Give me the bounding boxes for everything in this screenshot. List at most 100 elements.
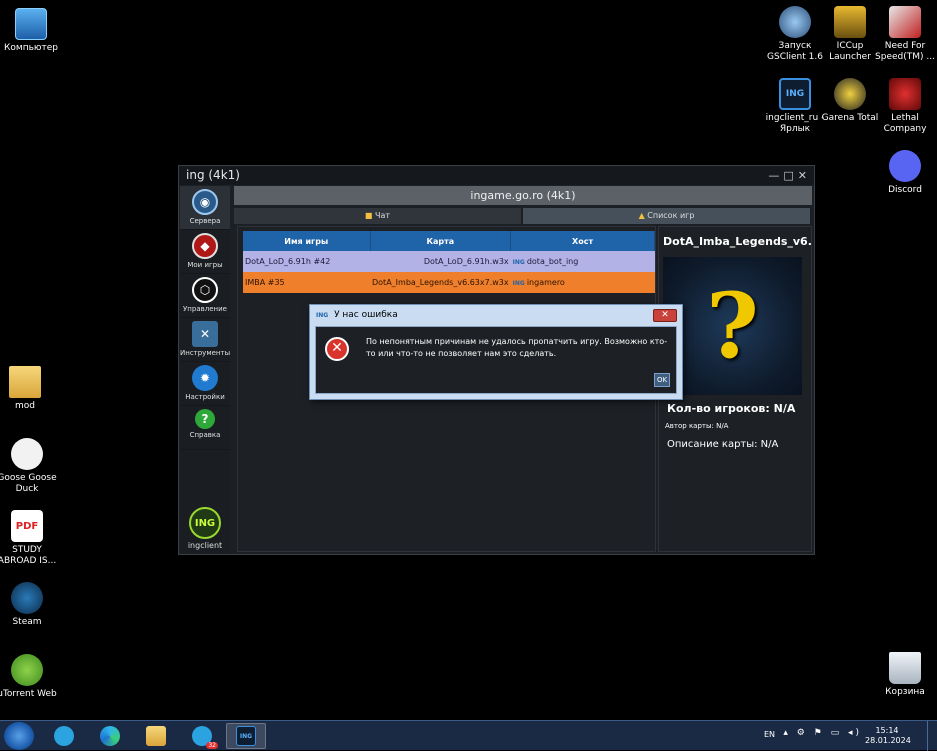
error-icon: ✕	[325, 337, 349, 361]
window-controls[interactable]: —□✕	[768, 166, 811, 185]
desktop-icon-goose-goose-duck[interactable]: Goose Goose Duck	[0, 438, 58, 495]
telegram-icon: 32	[192, 726, 218, 749]
telegram-icon	[54, 726, 74, 746]
taskbar-telegram[interactable]	[44, 723, 84, 749]
sidebar-item-management[interactable]: ⬡ Управление	[180, 274, 230, 318]
gsclient-icon	[779, 6, 811, 38]
sidebar-item-my-games[interactable]: ◆ Мои игры	[180, 230, 230, 274]
pdf-icon: PDF	[11, 510, 43, 542]
table-row[interactable]: IMBA #35 DotA_Imba_Legends_v6.63x7.w3x I…	[243, 272, 655, 293]
computer-icon	[15, 8, 47, 40]
map-cell: DotA_LoD_6.91h.w3x	[370, 251, 511, 272]
ingclient-icon: ING	[779, 78, 811, 110]
gear-icon: ✹	[192, 365, 218, 391]
game-name-cell: DotA_LoD_6.91h #42	[243, 251, 370, 272]
management-icon: ⬡	[192, 277, 218, 303]
column-header-host[interactable]: Хост	[510, 231, 655, 251]
column-header-game-name[interactable]: Имя игры	[243, 231, 371, 251]
taskbar-edge[interactable]	[90, 723, 130, 749]
dialog-title: У нас ошибка	[334, 310, 398, 320]
sidebar-item-help[interactable]: ? Справка	[180, 406, 230, 450]
map-author: Автор карты: N/A	[665, 422, 729, 430]
map-description: Описание карты: N/A	[667, 439, 779, 450]
desktop-icon-lethal-company[interactable]: Lethal Company	[874, 78, 936, 135]
desktop-icon-recycle-bin[interactable]: Корзина	[874, 652, 936, 698]
host-cell: ING ingamero	[510, 272, 655, 293]
steam-icon	[11, 582, 43, 614]
help-icon: ?	[195, 409, 215, 429]
desktop: Компьютер mod Goose Goose Duck PDF STUDY…	[0, 0, 937, 720]
desktop-icon-study-abroad[interactable]: PDF STUDY ABROAD IS...	[0, 510, 58, 567]
tools-icon: ✕	[192, 321, 218, 347]
list-icon: ▲	[638, 211, 645, 220]
sidebar-item-tools[interactable]: ✕ Инструменты	[180, 318, 230, 362]
taskbar: 32 ING EN ▴ ⚙ ⚑ ▭ ◂) 15:14 28.01.2024	[0, 720, 937, 751]
desktop-icon-garena[interactable]: Garena Total	[819, 78, 881, 124]
ok-button[interactable]: OK	[654, 373, 670, 387]
lethal-company-icon	[889, 78, 921, 110]
host-ing-icon: ING	[512, 280, 525, 287]
clock-time: 15:14	[875, 726, 899, 735]
ingclient-icon: ING	[236, 726, 256, 746]
question-mark-icon: ?	[706, 273, 759, 379]
error-message: По непонятным причинам не удалось пропат…	[366, 337, 668, 358]
iccup-icon	[834, 6, 866, 38]
tab-chat[interactable]: ■ Чат	[234, 208, 521, 224]
window-title: ing (4k1)	[186, 168, 240, 182]
desktop-icon-utorrent[interactable]: uTorrent Web	[0, 654, 58, 700]
sidebar-item-settings[interactable]: ✹ Настройки	[180, 362, 230, 406]
player-count: Кол-во игроков: N/A	[667, 402, 796, 415]
goose-icon	[11, 438, 43, 470]
desktop-icon-nfs[interactable]: Need For Speed(TM) ...	[874, 6, 936, 63]
table-row[interactable]: DotA_LoD_6.91h #42 DotA_LoD_6.91h.w3x IN…	[243, 251, 655, 272]
servers-icon: ◉	[192, 189, 218, 215]
tabs: ■ Чат ▲ Список игр	[234, 208, 812, 224]
desktop-icon-discord[interactable]: Discord	[874, 150, 936, 196]
dialog-app-icon: ING	[316, 312, 329, 319]
ingclient-brand: ING ingclient	[180, 507, 230, 550]
desktop-icon-ingclient-shortcut[interactable]: ING ingclient_ru - Ярлык	[764, 78, 826, 135]
start-button[interactable]	[4, 722, 34, 750]
map-preview-image: ?	[663, 257, 802, 395]
error-dialog: ING У нас ошибка ✕ ✕ По непонятным причи…	[309, 304, 683, 400]
language-indicator[interactable]: EN	[764, 730, 775, 739]
edge-icon	[100, 726, 120, 746]
recycle-bin-icon	[889, 652, 921, 684]
game-name-cell: IMBA #35	[243, 272, 370, 293]
desktop-icon-mod[interactable]: mod	[0, 366, 56, 412]
desktop-icon-gsclient[interactable]: Запуск GSClient 1.6	[764, 6, 826, 63]
server-name-bar: ingame.go.ro (4k1)	[234, 186, 812, 205]
folder-icon	[146, 726, 166, 746]
taskbar-telegram-2[interactable]: 32	[182, 723, 222, 749]
show-desktop-button[interactable]	[927, 721, 937, 751]
desktop-icon-steam[interactable]: Steam	[0, 582, 58, 628]
sidebar-item-servers[interactable]: ◉ Сервера	[180, 186, 230, 230]
ingclient-logo-icon: ING	[189, 507, 221, 539]
window-titlebar[interactable]: ing (4k1) —□✕	[179, 166, 814, 185]
taskbar-explorer[interactable]	[136, 723, 176, 749]
host-ing-icon: ING	[512, 259, 525, 266]
host-cell: ING dota_bot_ing	[510, 251, 655, 272]
tab-game-list[interactable]: ▲ Список игр	[523, 208, 810, 224]
map-title: DotA_Imba_Legends_v6.	[663, 235, 811, 248]
desktop-icon-iccup[interactable]: ICCup Launcher	[819, 6, 881, 63]
folder-icon	[9, 366, 41, 398]
clock[interactable]: 15:14 28.01.2024	[865, 726, 911, 746]
nfs-icon	[889, 6, 921, 38]
games-table: Имя игры Карта Хост DotA_LoD_6.91h #42 D…	[243, 231, 655, 293]
tray-icons[interactable]: ▴ ⚙ ⚑ ▭ ◂)	[783, 728, 862, 738]
dialog-titlebar[interactable]: ING У нас ошибка ✕	[310, 305, 682, 326]
dialog-body: ✕ По непонятным причинам не удалось проп…	[315, 326, 677, 394]
taskbar-ingclient[interactable]: ING	[226, 723, 266, 749]
garena-icon	[834, 78, 866, 110]
clock-date: 28.01.2024	[865, 736, 911, 745]
column-header-map[interactable]: Карта	[370, 231, 512, 251]
chat-icon: ■	[364, 211, 373, 220]
map-cell: DotA_Imba_Legends_v6.63x7.w3x	[370, 272, 511, 293]
desktop-icon-computer[interactable]: Компьютер	[0, 8, 62, 54]
utorrent-icon	[11, 654, 43, 686]
sidebar: ◉ Сервера ◆ Мои игры ⬡ Управление ✕ Инст…	[180, 186, 230, 554]
unread-badge: 32	[206, 742, 218, 749]
dialog-close-button[interactable]: ✕	[653, 309, 677, 322]
my-games-icon: ◆	[192, 233, 218, 259]
